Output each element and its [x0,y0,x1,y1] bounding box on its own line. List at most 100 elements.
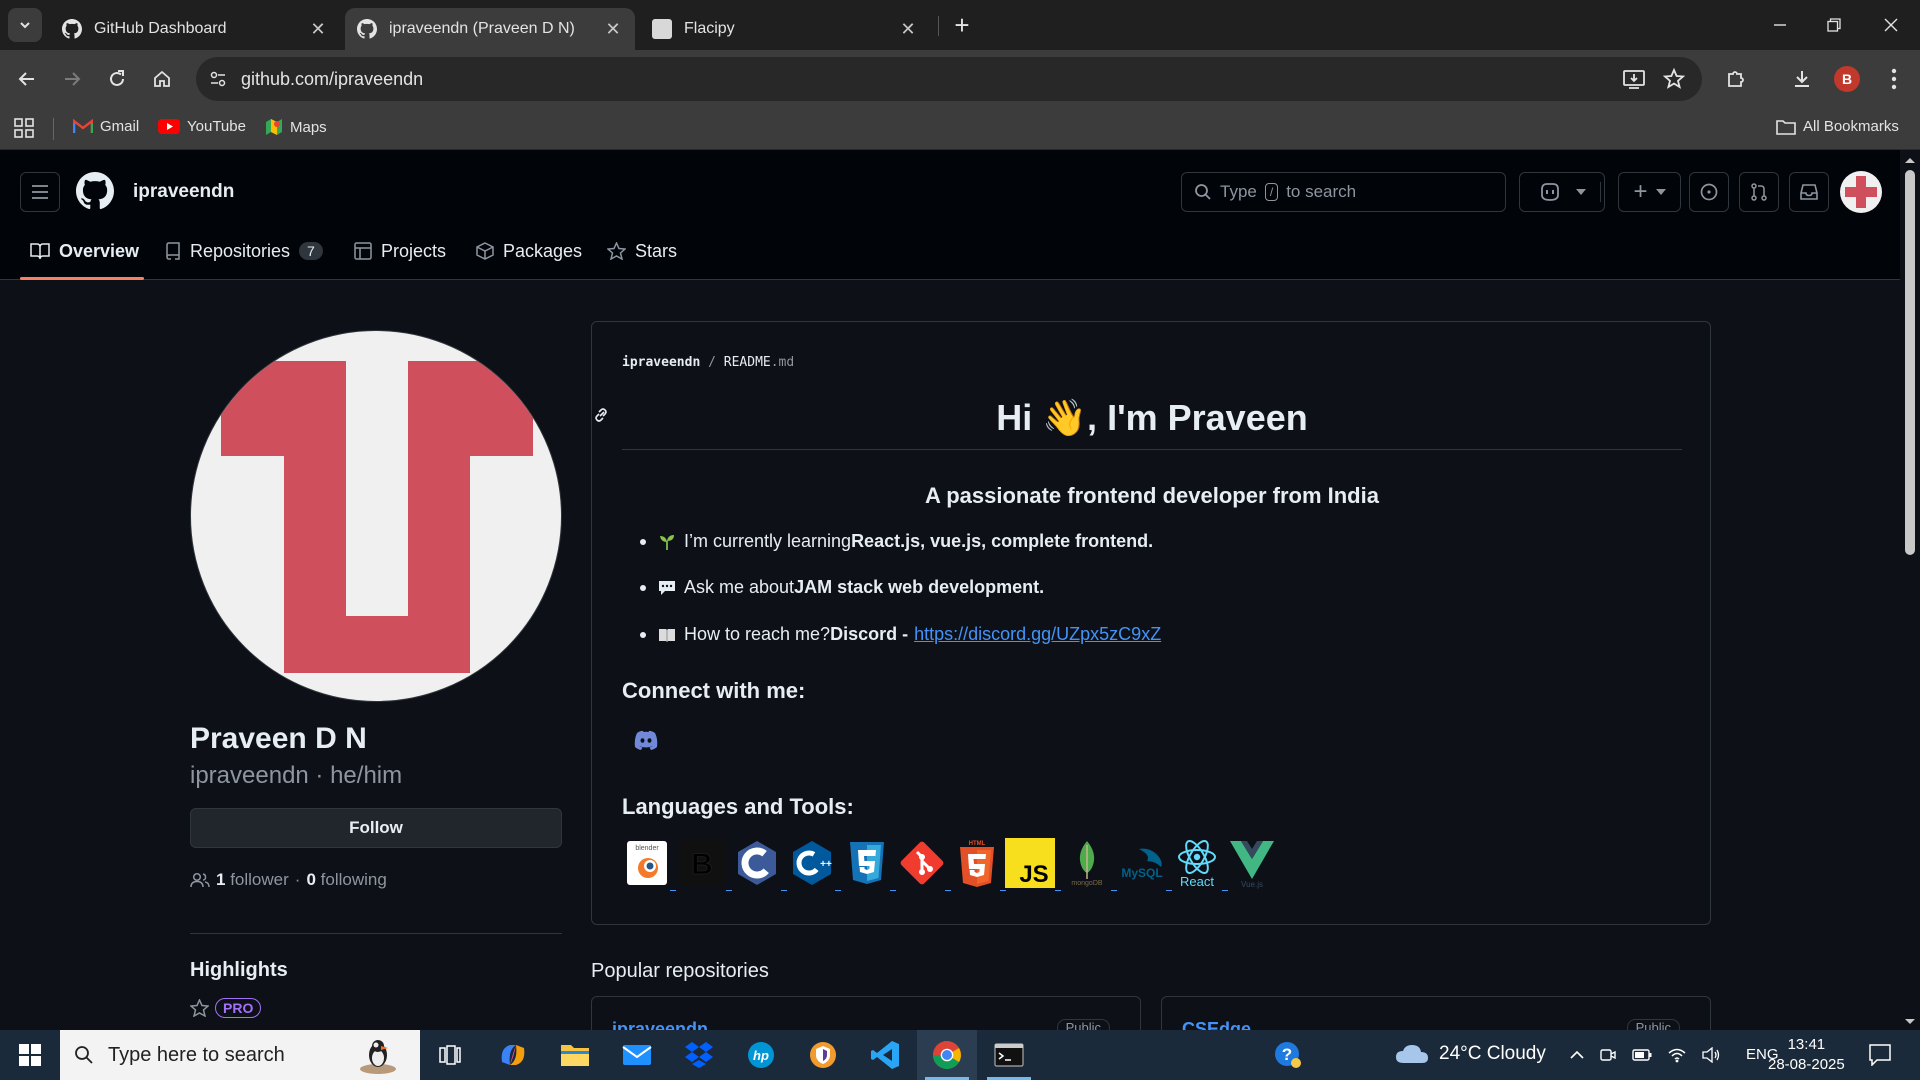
page-scrollbar[interactable] [1900,150,1920,1030]
taskbar-mail[interactable] [607,1030,667,1080]
copilot-app-icon [501,1045,525,1065]
tab-stars[interactable]: Stars [607,236,677,266]
start-button[interactable] [0,1030,60,1080]
mongodb-icon[interactable]: mongoDB [1062,838,1112,888]
home-button[interactable] [147,64,177,94]
taskbar-terminal[interactable] [979,1030,1039,1080]
browser-tab-dashboard[interactable]: GitHub Dashboard ✕ [50,8,340,50]
downloads-button[interactable] [1787,64,1817,94]
css3-icon[interactable] [842,838,892,888]
issues-button[interactable] [1689,172,1729,212]
create-new-button[interactable]: + [1618,172,1681,212]
close-icon[interactable]: ✕ [898,19,918,40]
search-icon [75,1046,93,1064]
meet-now-icon[interactable] [1600,1047,1616,1063]
wifi-icon[interactable] [1668,1047,1686,1063]
inbox-button[interactable] [1789,172,1829,212]
minimize-button[interactable] [1765,10,1795,40]
close-icon[interactable]: ✕ [603,19,623,40]
following-count: 0 [306,870,316,889]
site-info-button[interactable] [206,67,230,91]
bookmark-gmail[interactable]: Gmail [73,118,139,135]
back-button[interactable] [12,64,42,94]
tab-projects[interactable]: Projects [354,236,446,266]
browser-tab-flacipy[interactable]: Flacipy ✕ [640,8,930,50]
address-bar[interactable]: github.com/ipraveendn [196,57,1702,101]
chrome-menu-button[interactable] [1879,64,1909,94]
javascript-icon[interactable]: JS [1005,838,1055,888]
all-bookmarks-button[interactable]: All Bookmarks [1776,118,1899,135]
forward-button[interactable] [57,64,87,94]
new-tab-button[interactable]: + [948,12,976,40]
tab-packages[interactable]: Packages [476,236,582,266]
user-avatar-button[interactable] [1840,171,1882,213]
hamburger-menu-button[interactable] [20,172,60,212]
list-item: Ask me about JAM stack web development. [622,577,1044,598]
discord-link[interactable] [630,724,662,756]
close-window-button[interactable] [1876,10,1906,40]
battery-icon[interactable] [1632,1048,1652,1061]
extensions-button[interactable] [1721,64,1751,94]
readme-subtitle: A passionate frontend developer from Ind… [925,483,1379,508]
taskbar-copilot[interactable] [483,1030,543,1080]
followers-link[interactable]: 1 follower [216,870,289,890]
install-app-button[interactable] [1622,67,1646,91]
bullet [640,584,646,591]
taskbar-dropbox[interactable] [669,1030,729,1080]
c-icon[interactable] [732,838,782,888]
taskbar-help[interactable]: ? [1258,1030,1318,1080]
avatar[interactable] [190,330,562,702]
tab-overview[interactable]: Overview [30,236,139,266]
reload-button[interactable] [102,64,132,94]
scrollbar-thumb[interactable] [1905,170,1915,555]
search-input[interactable]: Type / to search [1181,172,1506,212]
taskbar-chrome[interactable] [917,1030,977,1080]
taskbar-hp[interactable]: hp [731,1030,791,1080]
html5-icon[interactable]: HTML [952,838,1002,888]
scroll-up-arrow-icon[interactable] [1900,154,1920,166]
gmail-icon [73,119,93,133]
restore-button[interactable] [1819,10,1849,40]
list-item-text: How to reach me? [684,624,831,644]
followers-summary: 1 follower · 0 following [190,870,387,890]
tab-repositories[interactable]: Repositories 7 [165,236,323,266]
header-username-link[interactable]: ipraveendn [133,181,234,203]
pull-requests-button[interactable] [1739,172,1779,212]
taskbar-search-box[interactable]: Type here to search [60,1030,420,1080]
react-icon[interactable]: React [1172,838,1222,889]
git-icon[interactable] [897,838,947,888]
taskbar-vpn[interactable] [793,1030,853,1080]
taskbar-file-explorer[interactable] [545,1030,605,1080]
taskbar-clock[interactable]: 13:41 28-08-2025 [1768,1035,1845,1075]
weather-widget[interactable]: 24°C Cloudy [1395,1043,1546,1065]
vuejs-icon[interactable]: Vue.js [1227,838,1277,889]
mysql-icon[interactable]: MySQL [1117,838,1167,888]
svg-text:hp: hp [753,1048,769,1063]
readme-owner-link[interactable]: ipraveendn [622,355,700,370]
bookmark-youtube[interactable]: YouTube [158,118,246,135]
discord-invite-link[interactable]: https://discord.gg/UZpx5zC9xZ [914,624,1161,645]
clock-date: 28-08-2025 [1768,1056,1845,1073]
hamburger-icon [32,185,48,199]
apps-button[interactable] [14,118,34,138]
volume-icon[interactable] [1702,1046,1720,1063]
close-icon[interactable]: ✕ [308,19,328,40]
bootstrap-icon[interactable]: B [677,838,727,888]
blender-icon[interactable]: blender [622,838,672,888]
tab-search-button[interactable] [8,8,42,42]
github-logo-link[interactable] [76,172,114,210]
scroll-down-arrow-icon[interactable] [1900,1016,1920,1028]
bookmark-star-button[interactable] [1662,67,1686,91]
profile-avatar-button[interactable]: B [1834,66,1860,92]
readme-file-link[interactable]: README.md [724,355,794,370]
task-view-button[interactable] [420,1030,480,1080]
bookmark-maps[interactable]: Maps [265,118,327,136]
chevron-up-icon[interactable] [1570,1050,1584,1060]
taskbar-vscode[interactable] [855,1030,915,1080]
follow-button[interactable]: Follow [190,808,562,848]
cplusplus-icon[interactable]: ++ [787,838,837,888]
notifications-button[interactable] [1850,1030,1910,1080]
following-link[interactable]: 0 following [306,870,386,890]
browser-tab-profile[interactable]: ipraveendn (Praveen D N) ✕ [345,8,635,50]
copilot-button[interactable] [1519,172,1605,212]
